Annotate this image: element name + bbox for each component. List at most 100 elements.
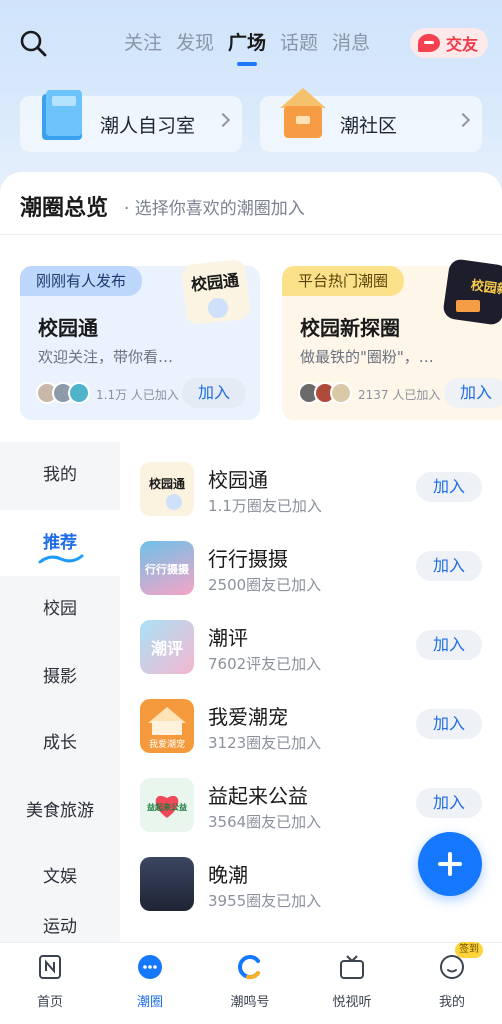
list-item[interactable]: 校园通 校园通 1.1万圈友已加入 加入 [140,462,502,524]
circle-name: 益起来公益 [208,784,308,808]
chevron-right-icon [455,112,471,128]
join-button[interactable]: 加入 [182,378,246,408]
list-item[interactable]: 益起来公益 益起来公益 3564圈友已加入 加入 [140,778,502,840]
nav-label: 潮圈 [136,995,163,1010]
circle-members: 2500圈友已加入 [208,576,322,594]
thumb-text: 潮评 [151,639,183,658]
featured-desc: 欢迎关注，带你看… [38,348,174,366]
nav-media[interactable]: 悦视听 [312,953,392,1010]
join-button[interactable]: 加入 [444,378,502,408]
overview-title: 潮圈总览 [20,196,109,221]
tab-square[interactable]: 广场 [228,30,266,66]
campus-explore-logo: 校园新 [443,259,502,325]
divider [0,234,502,235]
join-button[interactable]: 加入 [416,788,482,818]
study-room-label: 潮人自习室 [100,114,196,137]
tab-topics[interactable]: 话题 [280,30,318,56]
list-item[interactable]: 行行摄摄 行行摄摄 2500圈友已加入 加入 [140,541,502,603]
category-label: 校园 [43,599,77,619]
nav-label: 首页 [36,995,63,1010]
circle-thumbnail: 校园通 [140,462,194,516]
category-label: 成长 [43,733,77,753]
circle-thumbnail: 我爱潮宠 [140,699,194,753]
thumb-text: 益起来公益 [147,802,187,812]
study-room-entry[interactable]: 潮人自习室 [20,90,242,152]
circle-members: 3955圈友已加入 [208,892,322,910]
nav-home[interactable]: 首页 [10,953,90,1010]
nav-circles[interactable]: 潮圈 [110,953,190,1010]
list-item[interactable]: 潮评 潮评 7602评友已加入 加入 [140,620,502,682]
featured-badge: 平台热门潮圈 [282,266,405,296]
circle-members: 1.1万圈友已加入 [208,497,322,515]
nav-label: 悦视听 [332,995,372,1010]
thumb-text: 行行摄摄 [144,562,190,576]
nav-label: 潮鸣号 [230,995,270,1010]
circle-thumbnail: 潮评 [140,620,194,674]
category-label: 推荐 [43,533,77,553]
join-button[interactable]: 加入 [416,630,482,660]
signin-badge[interactable]: 签到 [455,942,483,958]
category-mine[interactable]: 我的 [0,442,120,508]
circle-members: 3564圈友已加入 [208,813,322,831]
newspaper-icon [39,955,61,979]
active-wave-indicator [38,554,84,564]
create-post-button[interactable] [418,832,482,896]
book-icon [42,90,82,140]
tv-icon [340,955,364,979]
make-friends-button[interactable]: 交友 [410,28,488,58]
circle-members: 3123圈友已加入 [208,734,322,752]
bottom-navigation: 首页 潮圈 潮鸣号 悦视听 我的 [0,942,502,1024]
tab-messages[interactable]: 消息 [332,30,370,56]
circle-members: 7602评友已加入 [208,655,322,673]
featured-badge: 刚刚有人发布 [20,266,143,296]
c-logo-icon [238,955,260,980]
chat-bubble-icon [138,955,162,979]
member-avatars [298,382,356,404]
featured-title: 校园新探圈 [300,316,400,340]
category-food-travel[interactable]: 美食旅游 [0,778,120,844]
make-friends-label: 交友 [446,35,479,54]
category-entertainment[interactable]: 文娱 [0,844,120,910]
avatar [68,382,90,404]
category-photography[interactable]: 摄影 [0,644,120,710]
featured-title: 校园通 [38,316,98,340]
search-icon[interactable] [18,28,48,58]
nav-chaoming[interactable]: 潮鸣号 [210,953,290,1010]
chat-bubble-icon [418,34,440,52]
circle-name: 校园通 [208,468,268,492]
category-label: 运动 [43,917,77,937]
community-entry[interactable]: 潮社区 [260,88,482,152]
join-button[interactable]: 加入 [416,472,482,502]
circle-name: 潮评 [208,626,248,650]
featured-desc: 做最铁的"圈粉"，… [300,348,434,366]
nav-profile[interactable]: 我的 [412,953,492,1010]
join-button[interactable]: 加入 [416,551,482,581]
category-sports[interactable]: 运动 [0,912,120,942]
category-label: 美食旅游 [26,801,94,821]
circle-name: 行行摄摄 [208,547,288,571]
house-icon [280,88,326,138]
nav-label: 我的 [438,995,465,1010]
circle-thumbnail: 益起来公益 [140,778,194,832]
tab-discover[interactable]: 发现 [176,30,214,56]
member-count: 1.1万 人已加入 [96,388,179,402]
tab-follow[interactable]: 关注 [124,30,162,56]
category-recommended[interactable]: 推荐 [0,510,120,576]
category-sidebar: 我的 推荐 校园 摄影 成长 美食旅游 文娱 运动 [0,442,120,942]
circle-name: 晚潮 [208,863,248,887]
join-button[interactable]: 加入 [416,709,482,739]
circle-thumbnail: 行行摄摄 [140,541,194,595]
top-tabs: 关注 发现 广场 话题 消息 [124,30,370,66]
circle-name: 我爱潮宠 [208,705,288,729]
circle-thumbnail [140,857,194,911]
category-campus[interactable]: 校园 [0,576,120,642]
avatar [330,382,352,404]
category-label: 我的 [43,465,77,485]
overview-subtitle: · 选择你喜欢的潮圈加入 [124,199,305,219]
thumb-text: 校园通 [149,476,185,491]
category-label: 摄影 [43,667,77,687]
community-label: 潮社区 [340,114,398,137]
category-growth[interactable]: 成长 [0,710,120,776]
list-item[interactable]: 我爱潮宠 我爱潮宠 3123圈友已加入 加入 [140,699,502,761]
member-count: 2137 人已加入 [358,388,441,402]
